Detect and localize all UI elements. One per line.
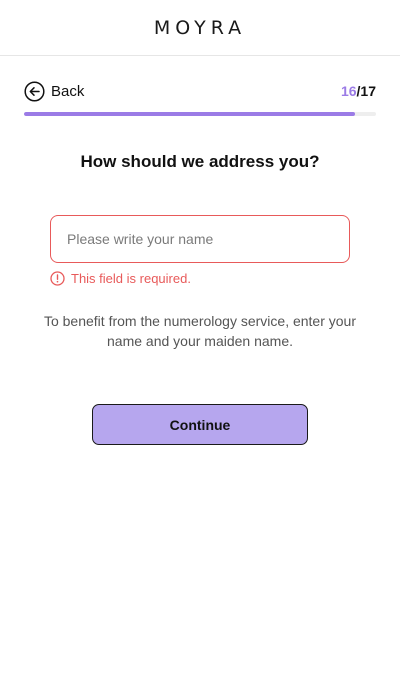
helper-text: To benefit from the numerology service, … [43,313,357,349]
back-label: Back [51,82,85,100]
total-steps: /17 [356,83,376,99]
step-navigation: Back 16/17 [24,79,376,103]
validation-error: This field is required. [50,271,191,286]
moyra-logo: MOYRA [153,16,247,39]
continue-button[interactable]: Continue [92,404,308,445]
alert-circle-icon [50,271,65,286]
step-counter: 16/17 [341,83,376,99]
current-step: 16 [340,83,357,99]
progress-bar-fill [24,112,356,116]
error-message: This field is required. [71,271,191,286]
back-button[interactable]: Back [24,80,85,102]
name-field [50,215,350,263]
arrow-left-circle-icon [24,80,45,102]
progress-bar [24,112,376,116]
app-header: MOYRA [0,0,400,56]
name-input[interactable] [51,216,349,262]
question-title: How should we address you? [80,152,320,171]
